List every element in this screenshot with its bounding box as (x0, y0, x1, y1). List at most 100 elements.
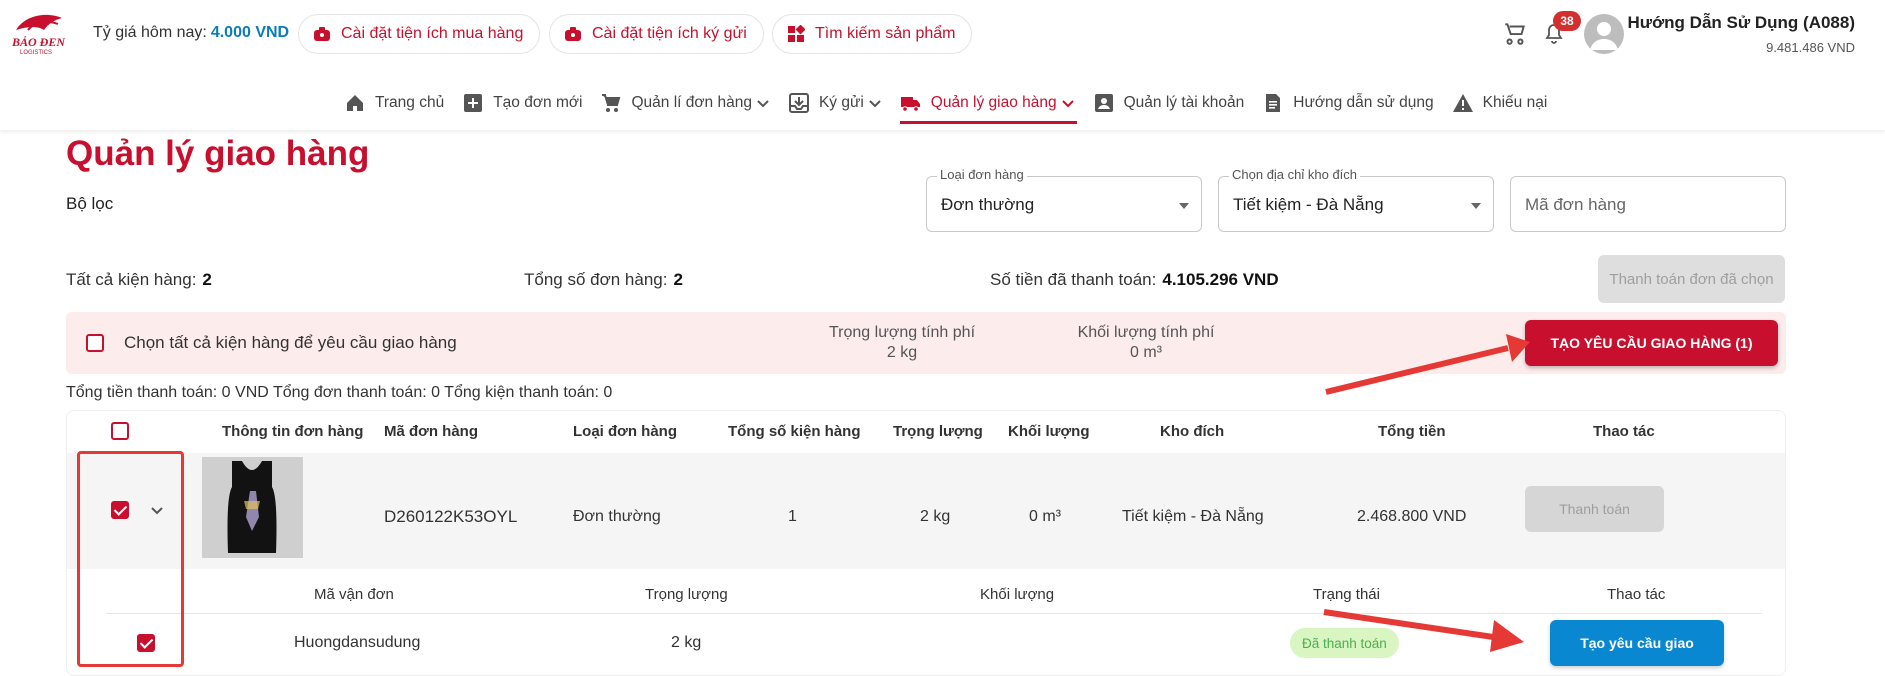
top-header: BẢO ĐEN LOGISTICS Tỷ giá hôm nay: 4.000 V… (0, 0, 1885, 130)
row-order-type: Đơn thường (573, 508, 661, 525)
svg-text:LOGISTICS: LOGISTICS (20, 50, 52, 56)
user-balance: 9.481.486 VND (1766, 40, 1855, 55)
all-packages-value: 2 (202, 270, 212, 289)
subheader-actions: Thao tác (1607, 586, 1666, 603)
header-actions: Thao tác (1593, 423, 1655, 440)
avatar[interactable] (1584, 14, 1624, 54)
consign-extension-button[interactable]: Cài đặt tiện ích ký gửi (549, 14, 764, 54)
extension-icon (564, 25, 582, 43)
create-delivery-request-button[interactable]: TẠO YÊU CẦU GIAO HÀNG (1) (1525, 320, 1778, 366)
nav-user-guide-label: Hướng dẫn sử dụng (1293, 94, 1434, 111)
home-icon (344, 92, 366, 114)
total-orders-summary: Tổng số đơn hàng: 2 (524, 270, 683, 290)
nav-home-label: Trang chủ (375, 94, 445, 111)
paid-amount-summary: Số tiền đã thanh toán: 4.105.296 VND (990, 270, 1279, 290)
row-warehouse: Tiết kiệm - Đà Nẵng (1122, 508, 1264, 525)
sub-row-weight: 2 kg (671, 634, 702, 651)
header-weight: Trọng lượng (893, 423, 983, 440)
user-icon (1590, 22, 1618, 50)
all-packages-summary: Tất cả kiện hàng: 2 (66, 270, 212, 290)
total-orders-label: Tổng số đơn hàng: (524, 270, 668, 289)
consign-extension-label: Cài đặt tiện ích ký gửi (592, 25, 747, 42)
create-delivery-button[interactable]: Tạo yêu cầu giao (1550, 620, 1724, 666)
nav-order-management[interactable]: Quản lí đơn hàng (600, 86, 769, 120)
charged-weight-value: 2 kg (886, 344, 918, 361)
order-code-input[interactable]: Mã đơn hàng (1510, 176, 1786, 232)
order-type-select[interactable]: Loại đơn hàng Đơn thường (926, 167, 1202, 232)
total-orders-value: 2 (673, 270, 683, 289)
header-total: Tổng tiền (1378, 423, 1446, 440)
row-weight: 2 kg (920, 508, 951, 525)
extension-icon (313, 25, 331, 43)
svg-text:BẢO ĐEN: BẢO ĐEN (11, 35, 66, 49)
nav-create-order-label: Tạo đơn mới (493, 94, 583, 111)
filter-label: Bộ lọc (66, 194, 114, 213)
payment-totals-line: Tổng tiền thanh toán: 0 VND Tổng đơn tha… (66, 384, 613, 401)
inbox-icon (788, 92, 810, 114)
user-name[interactable]: Hướng Dẫn Sử Dụng (A088) (1628, 13, 1856, 33)
row-pay-button[interactable]: Thanh toán (1525, 486, 1664, 532)
exchange-rate-value: 4.000 VND (210, 24, 290, 41)
nav-consign-label: Ký gửi (818, 94, 864, 111)
paid-amount-value: 4.105.296 VND (1162, 270, 1279, 289)
nav-delivery-management-label: Quản lý giao hàng (930, 94, 1057, 111)
nav-home[interactable]: Trang chủ (344, 86, 444, 120)
chevron-down-icon (868, 96, 882, 110)
header-order-code: Mã đơn hàng (384, 423, 478, 440)
annotation-highlight-box (77, 451, 184, 667)
document-icon (1262, 92, 1284, 114)
cart-icon (600, 92, 622, 114)
annotation-arrow-icon (1325, 334, 1530, 395)
row-order-code[interactable]: D260122K53OYL (384, 507, 517, 527)
product-thumbnail[interactable] (202, 457, 303, 558)
main-nav: Trang chủ Tạo đơn mới Quản lí đơn hàng K… (344, 86, 1565, 124)
header-warehouse: Kho đích (1160, 423, 1225, 440)
nav-complaints[interactable]: Khiếu nại (1452, 86, 1547, 120)
cart-icon[interactable] (1502, 20, 1528, 46)
pay-selected-button[interactable]: Thanh toán đơn đã chọn (1598, 255, 1785, 303)
nav-user-guide[interactable]: Hướng dẫn sử dụng (1262, 86, 1434, 120)
page-title: Quản lý giao hàng (66, 134, 370, 173)
all-packages-label: Tất cả kiện hàng: (66, 270, 197, 289)
dropdown-caret-icon (1471, 203, 1481, 209)
nav-delivery-management[interactable]: Quản lý giao hàng (899, 86, 1077, 124)
nav-order-management-label: Quản lí đơn hàng (631, 94, 752, 111)
subheader-volume: Khối lượng (980, 586, 1055, 603)
order-type-legend: Loại đơn hàng (937, 167, 1027, 182)
row-package-count: 1 (788, 508, 797, 525)
notification-badge: 38 (1553, 11, 1581, 31)
order-code-placeholder: Mã đơn hàng (1525, 195, 1626, 214)
select-all-text: Chọn tất cả kiện hàng để yêu cầu giao hà… (124, 333, 457, 352)
annotation-arrow-icon (1323, 609, 1524, 652)
buy-extension-label: Cài đặt tiện ích mua hàng (341, 25, 524, 42)
header-order-info: Thông tin đơn hàng (222, 423, 364, 440)
bao-den-logo[interactable]: BẢO ĐEN LOGISTICS (8, 10, 70, 56)
subheader-weight: Trọng lượng (645, 586, 728, 603)
header-order-type: Loại đơn hàng (573, 423, 677, 440)
warehouse-value: Tiết kiệm - Đà Nẵng (1233, 195, 1384, 214)
nav-account-management[interactable]: Quản lý tài khoản (1093, 86, 1244, 120)
exchange-rate-label: Tỷ giá hôm nay: (93, 24, 207, 41)
header-volume: Khối lượng (1008, 423, 1090, 440)
charged-volume-value: 0 m³ (1130, 344, 1162, 361)
table-header-checkbox[interactable] (111, 422, 129, 440)
header-package-count: Tổng số kiện hàng (728, 423, 861, 440)
product-search-label: Tìm kiếm sản phẩm (815, 25, 956, 42)
subheader-tracking-code: Mã vận đơn (314, 586, 394, 603)
chevron-down-icon (1061, 96, 1075, 110)
order-type-value: Đơn thường (941, 195, 1035, 214)
buy-extension-button[interactable]: Cài đặt tiện ích mua hàng (298, 14, 541, 54)
plus-box-icon (462, 92, 484, 114)
warehouse-select[interactable]: Chọn địa chỉ kho đích Tiết kiệm - Đà Nẵn… (1218, 167, 1494, 232)
select-all-checkbox[interactable] (86, 334, 104, 352)
grid-icon (787, 25, 805, 43)
chevron-down-icon (756, 96, 770, 110)
product-search-button[interactable]: Tìm kiếm sản phẩm (772, 14, 973, 54)
nav-consign[interactable]: Ký gửi (788, 86, 882, 120)
dropdown-caret-icon (1179, 203, 1189, 209)
row-total: 2.468.800 VND (1357, 508, 1467, 525)
charged-volume: Khối lượng tính phí 0 m³ (1036, 323, 1256, 363)
nav-create-order[interactable]: Tạo đơn mới (462, 86, 582, 120)
exchange-rate: Tỷ giá hôm nay: 4.000 VND (93, 24, 289, 42)
charged-volume-label: Khối lượng tính phí (1077, 324, 1215, 341)
